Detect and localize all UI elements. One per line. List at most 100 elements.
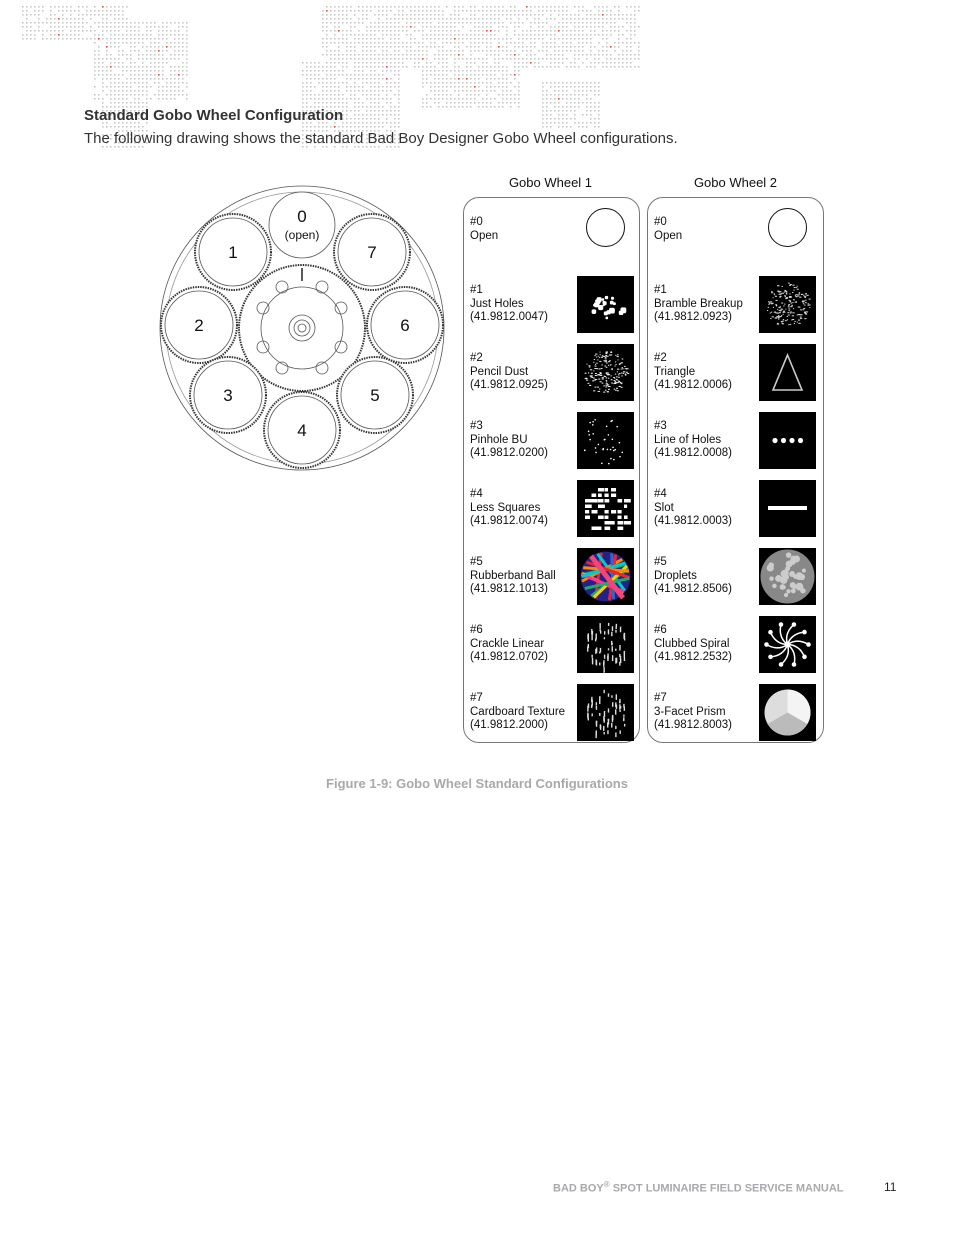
map-dot bbox=[334, 14, 336, 16]
map-dot bbox=[438, 94, 440, 96]
map-dot bbox=[26, 26, 28, 28]
map-dot bbox=[394, 66, 396, 68]
map-dot bbox=[518, 38, 520, 40]
map-dot bbox=[566, 6, 568, 8]
map-dot bbox=[518, 102, 520, 104]
map-dot bbox=[462, 10, 464, 12]
map-dot bbox=[478, 70, 480, 72]
map-dot bbox=[122, 66, 124, 68]
map-dot bbox=[94, 66, 96, 68]
map-dot bbox=[550, 54, 552, 56]
map-dot bbox=[462, 102, 464, 104]
map-dot bbox=[426, 62, 428, 64]
map-dot bbox=[98, 46, 100, 48]
map-dot bbox=[382, 122, 384, 124]
map-dot bbox=[502, 70, 504, 72]
gobo-entry: #3 Line of Holes (41.9812.0008) bbox=[654, 420, 732, 461]
map-dot bbox=[386, 10, 388, 12]
gobo-num: #3 bbox=[470, 420, 483, 432]
map-dot bbox=[590, 22, 592, 24]
map-dot bbox=[590, 98, 592, 100]
map-dot bbox=[610, 54, 612, 56]
map-dot bbox=[410, 10, 412, 12]
gobo-prism-image bbox=[759, 684, 816, 741]
map-dot bbox=[570, 14, 572, 16]
map-dot bbox=[510, 102, 512, 104]
map-dot bbox=[398, 66, 400, 68]
map-dot bbox=[322, 18, 324, 20]
map-dot bbox=[358, 74, 360, 76]
map-dot bbox=[550, 26, 552, 28]
map-dot bbox=[566, 82, 568, 84]
map-dot bbox=[326, 18, 328, 20]
map-dot bbox=[426, 98, 428, 100]
map-dot bbox=[470, 38, 472, 40]
map-dot bbox=[510, 54, 512, 56]
map-dot bbox=[74, 38, 76, 40]
map-dot bbox=[518, 34, 520, 36]
map-dot bbox=[490, 38, 492, 40]
map-dot bbox=[582, 18, 584, 20]
map-dot bbox=[522, 62, 524, 64]
map-dot bbox=[494, 14, 496, 16]
map-dot bbox=[162, 78, 164, 80]
map-dot bbox=[606, 30, 608, 32]
map-dot bbox=[610, 14, 612, 16]
map-dot bbox=[606, 46, 608, 48]
map-dot bbox=[494, 74, 496, 76]
map-dot bbox=[494, 62, 496, 64]
map-dot bbox=[414, 58, 416, 60]
map-dot bbox=[162, 30, 164, 32]
map-dot bbox=[94, 98, 96, 100]
map-dot bbox=[582, 38, 584, 40]
map-dot bbox=[110, 78, 112, 80]
map-dot bbox=[618, 10, 620, 12]
map-dot bbox=[342, 34, 344, 36]
map-dot bbox=[114, 66, 116, 68]
map-dot bbox=[54, 22, 56, 24]
map-dot bbox=[334, 54, 336, 56]
map-dot bbox=[394, 26, 396, 28]
map-dot bbox=[122, 102, 124, 104]
map-dot bbox=[26, 22, 28, 24]
map-dot bbox=[506, 34, 508, 36]
map-dot bbox=[370, 122, 372, 124]
map-dot bbox=[478, 78, 480, 80]
map-dot bbox=[614, 50, 616, 52]
map-dot bbox=[326, 54, 328, 56]
map-dot bbox=[130, 54, 132, 56]
map-dot bbox=[470, 106, 472, 108]
map-dot bbox=[526, 54, 528, 56]
map-dot bbox=[554, 46, 556, 48]
map-dot bbox=[138, 66, 140, 68]
map-dot bbox=[410, 42, 412, 44]
map-dot bbox=[322, 26, 324, 28]
map-dot bbox=[330, 74, 332, 76]
map-dot bbox=[382, 90, 384, 92]
map-dot bbox=[342, 14, 344, 16]
map-dot bbox=[130, 90, 132, 92]
map-dot bbox=[322, 94, 324, 96]
map-dot bbox=[598, 6, 600, 8]
map-dot bbox=[378, 10, 380, 12]
map-dot bbox=[386, 14, 388, 16]
map-dot bbox=[378, 102, 380, 104]
map-dot bbox=[330, 62, 332, 64]
map-dot bbox=[598, 110, 600, 112]
map-dot bbox=[94, 14, 96, 16]
map-dot bbox=[446, 98, 448, 100]
map-dot bbox=[110, 90, 112, 92]
map-dot bbox=[326, 38, 328, 40]
map-dot bbox=[486, 46, 488, 48]
map-dot bbox=[598, 18, 600, 20]
map-dot bbox=[442, 26, 444, 28]
map-dot bbox=[638, 58, 640, 60]
wheel-slot-6: 6 bbox=[366, 286, 444, 364]
map-dot bbox=[558, 30, 560, 32]
map-dot bbox=[158, 94, 160, 96]
map-dot bbox=[590, 14, 592, 16]
map-dot bbox=[394, 110, 396, 112]
map-dot bbox=[446, 54, 448, 56]
map-dot bbox=[546, 90, 548, 92]
map-dot bbox=[170, 74, 172, 76]
